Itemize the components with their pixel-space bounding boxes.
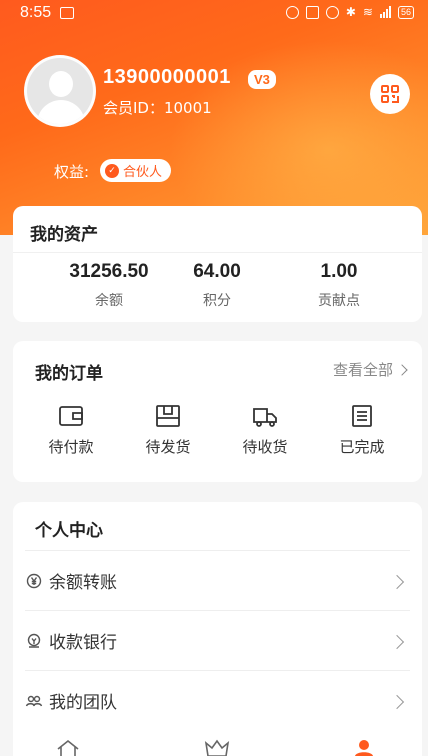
crown-icon [204,739,230,756]
status-bar: 8:55 ✱ ≋ 56 [0,0,428,26]
signal-icon [379,6,391,18]
bluetooth-icon: ✱ [345,5,356,19]
chevron-right-icon [389,574,405,590]
wifi-icon: ≋ [362,5,373,19]
package-icon [156,405,180,427]
partner-badge: ✓ 合伙人 [100,159,172,182]
chevron-right-icon [389,634,405,650]
tab-profile[interactable] [354,739,374,756]
avatar[interactable] [24,55,96,127]
alarm-icon [325,5,339,19]
nfc-icon [305,5,319,19]
order-completed-label: 已完成 [339,438,385,456]
points-label: 积分 [203,293,231,309]
perk-label: 权益: [54,163,90,181]
list-done-icon [352,405,372,427]
order-pending-shipment[interactable]: 待发货 [128,404,208,457]
menu-item-team[interactable]: 我的团队 [25,670,410,730]
member-id: 会员ID：10001 [103,99,212,117]
personal-center-card: 个人中心 余额转账 收款银行 我的团队 [13,502,422,756]
points-stat[interactable]: 64.00 积分 [147,261,287,310]
tab-home[interactable] [56,739,80,756]
menu-item-balance-transfer-label: 余额转账 [49,573,117,593]
chevron-right-icon [389,694,405,710]
battery-indicator: 56 [397,5,414,19]
eye-icon [285,5,299,19]
menu-item-team-label: 我的团队 [49,693,117,713]
chevron-right-icon [396,363,408,376]
bottom-tab-bar [0,735,428,756]
order-pending-payment[interactable]: 待付款 [31,404,111,457]
yen-circle-icon [26,573,42,588]
assets-card: 我的资产 31256.50 余额 64.00 积分 1.00 贡献点 [13,206,422,322]
order-pending-receipt-label: 待收货 [242,438,288,456]
home-icon [57,739,79,756]
order-pending-shipment-label: 待发货 [145,438,191,456]
menu-item-balance-transfer[interactable]: 余额转账 [25,550,410,610]
points-value: 64.00 [193,261,241,282]
truck-icon [253,408,277,427]
qr-code-icon [381,85,399,103]
status-time: 8:55 [20,4,52,21]
order-pending-payment-label: 待付款 [48,438,94,456]
orders-card: 我的订单 查看全部 待付款 待发货 待收货 已完成 [13,341,422,482]
check-icon: ✓ [105,163,119,178]
tab-vip[interactable] [204,739,230,756]
order-completed[interactable]: 已完成 [322,404,402,457]
assets-title: 我的资产 [30,225,98,245]
partner-badge-label: 合伙人 [123,165,163,180]
user-icon [355,740,373,756]
contribution-label: 贡献点 [318,293,360,309]
menu-item-bank-label: 收款银行 [49,633,117,653]
contribution-value: 1.00 [320,261,358,282]
wallet-icon [59,406,83,426]
notification-icon [60,7,74,19]
vip-level-badge: V3 [248,70,276,89]
menu-item-bank[interactable]: 收款银行 [25,610,410,670]
personal-center-title: 个人中心 [35,521,103,541]
order-pending-receipt[interactable]: 待收货 [225,404,305,457]
team-icon [25,695,43,706]
orders-title: 我的订单 [35,364,103,384]
user-phone: 13900000001 [103,66,231,88]
qr-code-button[interactable] [370,74,410,114]
bank-icon [27,633,41,648]
view-all-orders-link[interactable]: 查看全部 [332,359,408,380]
contribution-stat[interactable]: 1.00 贡献点 [269,261,409,310]
view-all-label: 查看全部 [332,361,393,379]
